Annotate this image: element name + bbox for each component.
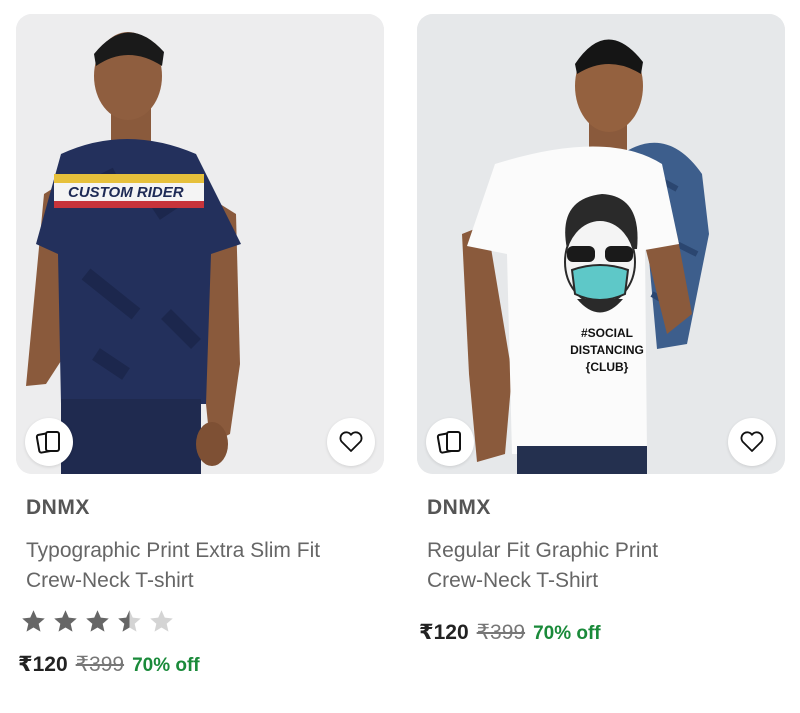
product-image[interactable]: #SOCIAL DISTANCING {CLUB} [417,14,785,474]
discount-label: 70% off [132,655,200,676]
product-title-line: Crew-Neck T-shirt [26,569,194,592]
star-empty-icon [150,610,173,632]
product-photo: #SOCIAL DISTANCING {CLUB} [417,14,785,474]
original-price: ₹399 [476,621,526,644]
wishlist-button[interactable] [327,418,375,466]
price-row: ₹120 ₹399 70% off [419,620,601,645]
product-title-line: Crew-Neck T-Shirt [427,569,599,592]
tshirt-print-text: {CLUB} [586,360,629,374]
product-card[interactable]: #SOCIAL DISTANCING {CLUB} DNMX Regular F… [417,14,785,644]
heart-icon [740,431,764,452]
product-title-line: Regular Fit Graphic Print [427,539,659,562]
product-image[interactable]: CUSTOM RIDER [16,14,384,474]
star-icon [54,610,77,632]
compare-cards-icon [436,431,461,454]
compare-cards-icon [35,431,60,454]
wishlist-button[interactable] [728,418,776,466]
tshirt-print-text: #SOCIAL [581,326,633,340]
original-price: ₹399 [75,653,125,676]
product-title[interactable]: Typographic Print Extra Slim Fit Crew-Ne… [26,536,386,596]
star-icon [86,610,109,632]
heart-icon [339,431,363,452]
product-title-line: Typographic Print Extra Slim Fit [26,539,321,562]
brand-name: DNMX [26,496,90,519]
brand-name: DNMX [427,496,491,519]
tshirt-print-text: CUSTOM RIDER [68,184,184,201]
selling-price: ₹120 [419,621,469,644]
selling-price: ₹120 [18,653,68,676]
price-row: ₹120 ₹399 70% off [18,652,200,677]
half-star-icon [118,610,141,632]
compare-button[interactable] [426,418,474,466]
star-rating [20,608,175,635]
compare-button[interactable] [25,418,73,466]
discount-label: 70% off [533,623,601,644]
product-photo: CUSTOM RIDER [16,14,384,474]
product-card[interactable]: CUSTOM RIDER DNMX Typographic Print Extr… [16,14,384,676]
star-icon [22,610,45,632]
tshirt-print-text: DISTANCING [570,343,644,357]
product-title[interactable]: Regular Fit Graphic Print Crew-Neck T-Sh… [427,536,787,596]
